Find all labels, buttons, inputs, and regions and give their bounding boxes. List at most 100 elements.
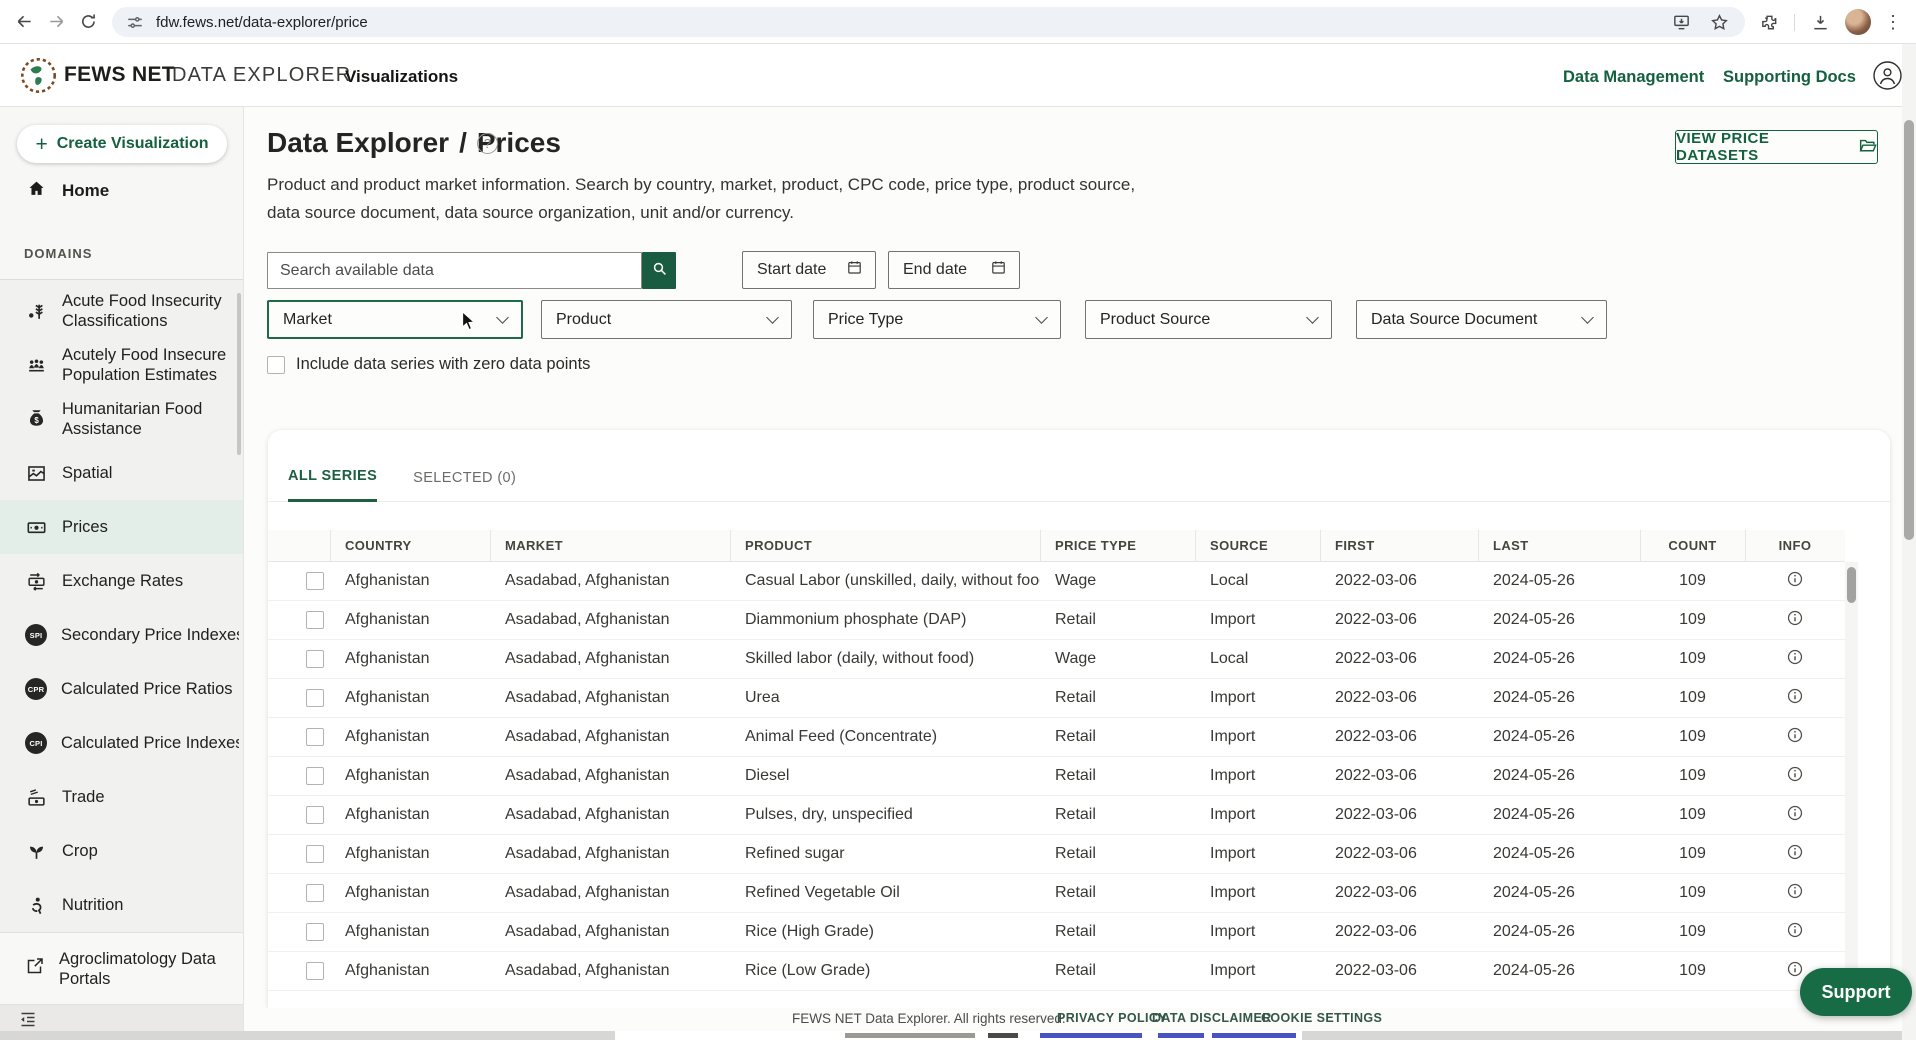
tab-selected[interactable]: SELECTED (0) — [413, 470, 516, 501]
row-checkbox[interactable] — [306, 611, 324, 629]
info-icon[interactable] — [1786, 570, 1804, 593]
cell-count: 109 — [1640, 650, 1745, 668]
search-input[interactable] — [267, 252, 642, 289]
info-icon[interactable] — [1786, 843, 1804, 866]
info-icon[interactable] — [1786, 921, 1804, 944]
sidebar-item-trade[interactable]: Trade — [0, 770, 243, 824]
info-icon[interactable] — [1786, 960, 1804, 983]
info-icon[interactable] — [1786, 882, 1804, 905]
cell-price_type: Retail — [1040, 845, 1195, 863]
footer-link-data-disclaimer[interactable]: DATA DISCLAIMER — [1152, 1011, 1272, 1025]
back-icon[interactable] — [12, 10, 36, 34]
info-icon[interactable] — [1786, 609, 1804, 632]
nav-supporting-docs[interactable]: Supporting Docs — [1723, 68, 1856, 87]
install-app-icon[interactable] — [1669, 10, 1693, 34]
chevron-down-icon — [1306, 311, 1319, 324]
reload-icon[interactable] — [76, 10, 100, 34]
header-cell-market[interactable]: MARKET — [490, 530, 730, 561]
support-button[interactable]: Support — [1800, 968, 1912, 1016]
footer-link-cookie-settings[interactable]: COOKIE SETTINGS — [1261, 1011, 1382, 1025]
sidebar-item-acutely-food-insecure-population-estimates[interactable]: Acutely Food InsecurePopulation Estimate… — [0, 338, 243, 392]
row-checkbox[interactable] — [306, 845, 324, 863]
cell-product: Rice (High Grade) — [730, 923, 1040, 941]
create-visualization-button[interactable]: + Create Visualization — [17, 125, 227, 163]
row-checkbox[interactable] — [306, 884, 324, 902]
row-checkbox[interactable] — [306, 728, 324, 746]
nav-data-management[interactable]: Data Management — [1563, 68, 1704, 87]
sidebar-item-humanitarian-food-assistance[interactable]: $Humanitarian FoodAssistance — [0, 392, 243, 446]
table-scrollbar-thumb[interactable] — [1847, 567, 1856, 603]
downloads-icon[interactable] — [1808, 10, 1832, 34]
account-icon[interactable] — [1872, 60, 1903, 91]
sidebar-item-exchange-rates[interactable]: Exchange Rates — [0, 554, 243, 608]
sidebar-item-calculated-price-ratios[interactable]: CPRCalculated Price Ratios — [0, 662, 243, 716]
extensions-icon[interactable] — [1757, 10, 1781, 34]
filter-dropdown-market[interactable]: Market — [267, 300, 523, 339]
sidebar-item-crop[interactable]: Crop — [0, 824, 243, 878]
info-icon[interactable] — [1786, 687, 1804, 710]
row-checkbox[interactable] — [306, 767, 324, 785]
breadcrumb-section[interactable]: Data Explorer — [267, 127, 449, 158]
info-icon[interactable] — [1786, 765, 1804, 788]
calendar-icon[interactable] — [846, 259, 863, 281]
info-icon[interactable] — [1786, 648, 1804, 671]
filter-dropdown-product-source[interactable]: Product Source — [1085, 300, 1332, 339]
sidebar-item-acute-food-insecurity-classifications[interactable]: Acute Food InsecurityClassifications — [0, 284, 243, 338]
sidebar-item-spatial[interactable]: Spatial — [0, 446, 243, 500]
page-scrollbar-thumb[interactable] — [1904, 120, 1914, 540]
cell-source: Local — [1195, 650, 1320, 668]
table-row: AfghanistanAsadabad, AfghanistanPulses, … — [268, 796, 1845, 835]
zero-series-checkbox[interactable] — [267, 356, 285, 374]
page-scrollbar[interactable] — [1902, 44, 1916, 1040]
filter-dropdown-product[interactable]: Product — [541, 300, 792, 339]
header-cell-country[interactable]: COUNTRY — [330, 530, 490, 561]
cell-product: Pulses, dry, unspecified — [730, 806, 1040, 824]
sidebar-item-agroclimatology-data-portals[interactable]: Agroclimatology Data Portals — [0, 932, 243, 1005]
row-checkbox[interactable] — [306, 923, 324, 941]
help-icon[interactable]: ? — [477, 133, 498, 154]
fews-net-logo[interactable] — [20, 57, 57, 94]
start-date-field[interactable]: Start date — [742, 251, 876, 289]
nav-visualizations[interactable]: Visualizations — [345, 67, 458, 87]
view-price-datasets-button[interactable]: VIEW PRICE DATASETS — [1675, 130, 1878, 164]
sidebar-item-label: Prices — [62, 517, 240, 537]
header-cell-last[interactable]: LAST — [1478, 530, 1640, 561]
browser-profile-avatar[interactable] — [1845, 9, 1871, 35]
site-info-icon[interactable] — [126, 10, 144, 34]
filter-dropdown-data-source-document[interactable]: Data Source Document — [1356, 300, 1607, 339]
brand-name[interactable]: FEWS NET — [64, 63, 175, 87]
header-cell-count[interactable]: COUNT — [1640, 530, 1745, 561]
header-cell-info[interactable]: INFO — [1745, 530, 1845, 561]
header-cell-price-type[interactable]: PRICE TYPE — [1040, 530, 1195, 561]
sidebar-item-prices[interactable]: Prices — [0, 500, 243, 554]
sidebar-item-nutrition[interactable]: Nutrition — [0, 878, 243, 932]
footer-link-privacy-policy[interactable]: PRIVACY POLICY — [1057, 1011, 1167, 1025]
search-button[interactable] — [642, 252, 676, 289]
url-text[interactable]: fdw.fews.net/data-explorer/price — [156, 14, 1669, 31]
sidebar-scrollbar[interactable] — [237, 293, 241, 455]
cell-select — [268, 923, 330, 941]
info-icon[interactable] — [1786, 726, 1804, 749]
row-checkbox[interactable] — [306, 572, 324, 590]
info-icon[interactable] — [1786, 804, 1804, 827]
forward-icon[interactable] — [44, 10, 68, 34]
end-date-field[interactable]: End date — [888, 251, 1020, 289]
sidebar-item-calculated-price-indexes[interactable]: CPICalculated Price Indexes — [0, 716, 243, 770]
filter-dropdown-price-type[interactable]: Price Type — [813, 300, 1061, 339]
cell-price_type: Wage — [1040, 650, 1195, 668]
row-checkbox[interactable] — [306, 689, 324, 707]
row-checkbox[interactable] — [306, 962, 324, 980]
bookmark-star-icon[interactable] — [1707, 10, 1731, 34]
url-bar[interactable]: fdw.fews.net/data-explorer/price — [112, 7, 1745, 37]
row-checkbox[interactable] — [306, 650, 324, 668]
tab-all-series[interactable]: ALL SERIES — [288, 468, 377, 502]
table-scrollbar[interactable] — [1845, 562, 1858, 1008]
header-cell-first[interactable]: FIRST — [1320, 530, 1478, 561]
sidebar-item-home[interactable]: Home — [0, 171, 243, 211]
calendar-icon[interactable] — [990, 259, 1007, 281]
header-cell-product[interactable]: PRODUCT — [730, 530, 1040, 561]
sidebar-item-secondary-price-indexes[interactable]: SPISecondary Price Indexes — [0, 608, 243, 662]
row-checkbox[interactable] — [306, 806, 324, 824]
browser-menu-icon[interactable]: ⋮ — [1884, 13, 1902, 31]
header-cell-source[interactable]: SOURCE — [1195, 530, 1320, 561]
